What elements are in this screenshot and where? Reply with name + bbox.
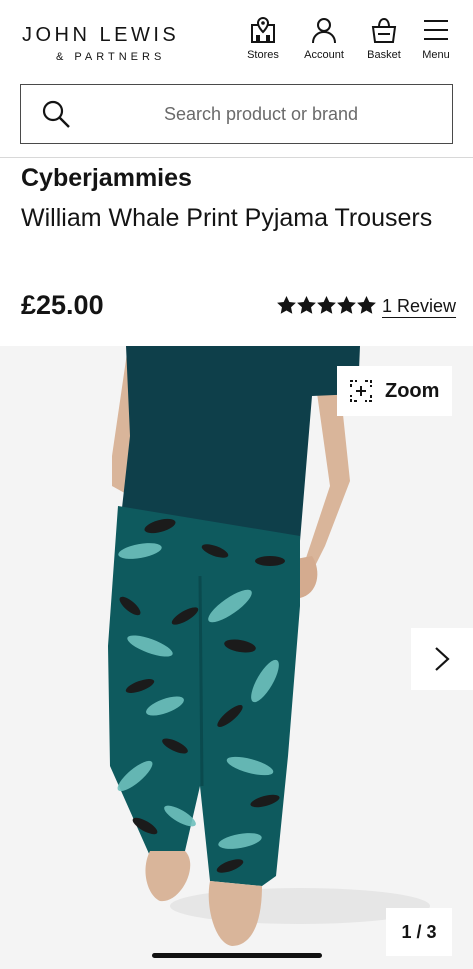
next-image-button[interactable] — [411, 628, 473, 690]
search-icon[interactable] — [41, 99, 71, 129]
nav-menu-label: Menu — [422, 49, 450, 61]
nav-basket[interactable]: Basket — [362, 16, 406, 61]
site-header: JOHN LEWIS & PARTNERS Stores Account Bas… — [0, 0, 473, 158]
nav-stores[interactable]: Stores — [240, 16, 286, 61]
search-input[interactable] — [91, 85, 431, 143]
store-icon — [251, 16, 275, 43]
zoom-button[interactable]: Zoom — [337, 366, 452, 416]
logo-main-text: JOHN LEWIS — [22, 24, 180, 46]
logo-sub-text: & PARTNERS — [56, 51, 166, 63]
chevron-right-icon — [435, 647, 450, 671]
product-image-gallery[interactable]: Zoom 1 / 3 — [0, 346, 473, 969]
product-brand[interactable]: Cyberjammies — [21, 164, 192, 193]
product-price: £25.00 — [21, 290, 104, 320]
account-icon — [312, 18, 336, 44]
nav-stores-label: Stores — [247, 49, 279, 61]
basket-icon — [371, 17, 397, 43]
image-counter: 1 / 3 — [386, 908, 452, 956]
star-icon — [357, 296, 376, 314]
product-image — [108, 346, 430, 946]
star-icon — [317, 296, 336, 314]
nav-basket-label: Basket — [367, 49, 401, 61]
review-link[interactable]: 1 Review — [382, 296, 456, 317]
star-icon — [297, 296, 316, 314]
rating-stars[interactable] — [277, 296, 376, 314]
product-title: William Whale Print Pyjama Trousers — [21, 204, 433, 232]
nav-account[interactable]: Account — [298, 16, 350, 61]
nav-account-label: Account — [304, 49, 344, 61]
john-lewis-logo[interactable]: JOHN LEWIS & PARTNERS — [22, 24, 179, 63]
zoom-label: Zoom — [385, 379, 440, 402]
star-icon — [337, 296, 356, 314]
zoom-expand-icon — [350, 380, 372, 402]
home-indicator — [152, 953, 322, 958]
menu-icon — [424, 20, 448, 40]
star-icon — [277, 296, 296, 314]
search-box[interactable] — [20, 84, 453, 144]
nav-menu[interactable]: Menu — [416, 16, 456, 61]
